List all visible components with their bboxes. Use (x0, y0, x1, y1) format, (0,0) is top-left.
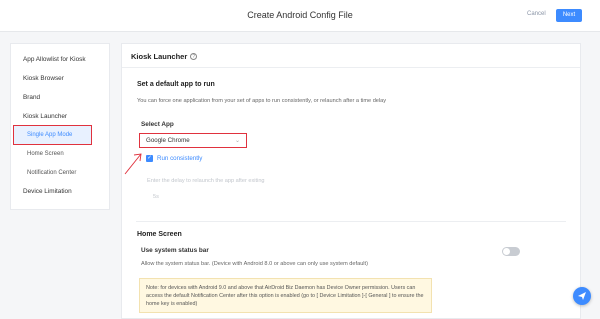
app-select-value: Google Chrome (146, 137, 190, 144)
panel-title-text: Kiosk Launcher (131, 52, 188, 61)
default-app-description: You can force one application from your … (137, 98, 387, 104)
sidebar-item-app-allowlist[interactable]: App Allowlist for Kiosk (11, 56, 109, 63)
sidebar-item-device-limitation[interactable]: Device Limitation (11, 188, 109, 195)
run-consistently-checkbox[interactable]: ✓ (146, 155, 153, 162)
panel-header: Kiosk Launcher? (122, 44, 580, 68)
sidebar-item-single-app-mode[interactable]: Single App Mode (13, 125, 92, 145)
note-box: Note: for devices with Android 9.0 and a… (139, 278, 432, 313)
select-app-label: Select App (141, 121, 174, 128)
annotation-arrow-icon (124, 153, 142, 175)
chat-support-button[interactable] (573, 287, 591, 305)
kiosk-launcher-panel: Kiosk Launcher? Set a default app to run… (121, 43, 581, 319)
next-button[interactable]: Next (556, 9, 582, 22)
sidebar-item-brand[interactable]: Brand (11, 94, 109, 101)
sidebar-item-kiosk-browser[interactable]: Kiosk Browser (11, 75, 109, 82)
check-icon: ✓ (147, 155, 152, 161)
relaunch-delay-input[interactable]: 5s (147, 191, 207, 203)
sidebar-item-kiosk-launcher[interactable]: Kiosk Launcher (11, 113, 109, 120)
toggle-knob (503, 248, 510, 255)
cancel-button[interactable]: Cancel (527, 11, 546, 17)
status-bar-toggle[interactable] (502, 247, 520, 256)
sidebar-item-home-screen[interactable]: Home Screen (11, 151, 109, 157)
page-title: Create Android Config File (247, 10, 353, 20)
home-screen-title: Home Screen (137, 231, 182, 238)
app-select[interactable]: Google Chrome ⌄ (139, 133, 247, 148)
help-icon[interactable]: ? (190, 53, 198, 60)
status-bar-label: Use system status bar (141, 247, 209, 254)
section-divider (136, 221, 566, 222)
send-icon (578, 292, 586, 300)
status-bar-description: Allow the system status bar. (Device wit… (141, 261, 368, 267)
relaunch-delay-text: Enter the delay to relaunch the app afte… (147, 178, 265, 184)
panel-title: Kiosk Launcher? (131, 52, 198, 61)
default-app-title: Set a default app to run (137, 81, 215, 88)
sidebar: App Allowlist for Kiosk Kiosk Browser Br… (10, 43, 110, 210)
sidebar-item-notification-center[interactable]: Notification Center (11, 170, 109, 176)
top-bar: Create Android Config File Cancel Next (0, 0, 600, 32)
run-consistently-label[interactable]: Run consistently (157, 155, 202, 162)
chevron-down-icon: ⌄ (234, 138, 240, 144)
